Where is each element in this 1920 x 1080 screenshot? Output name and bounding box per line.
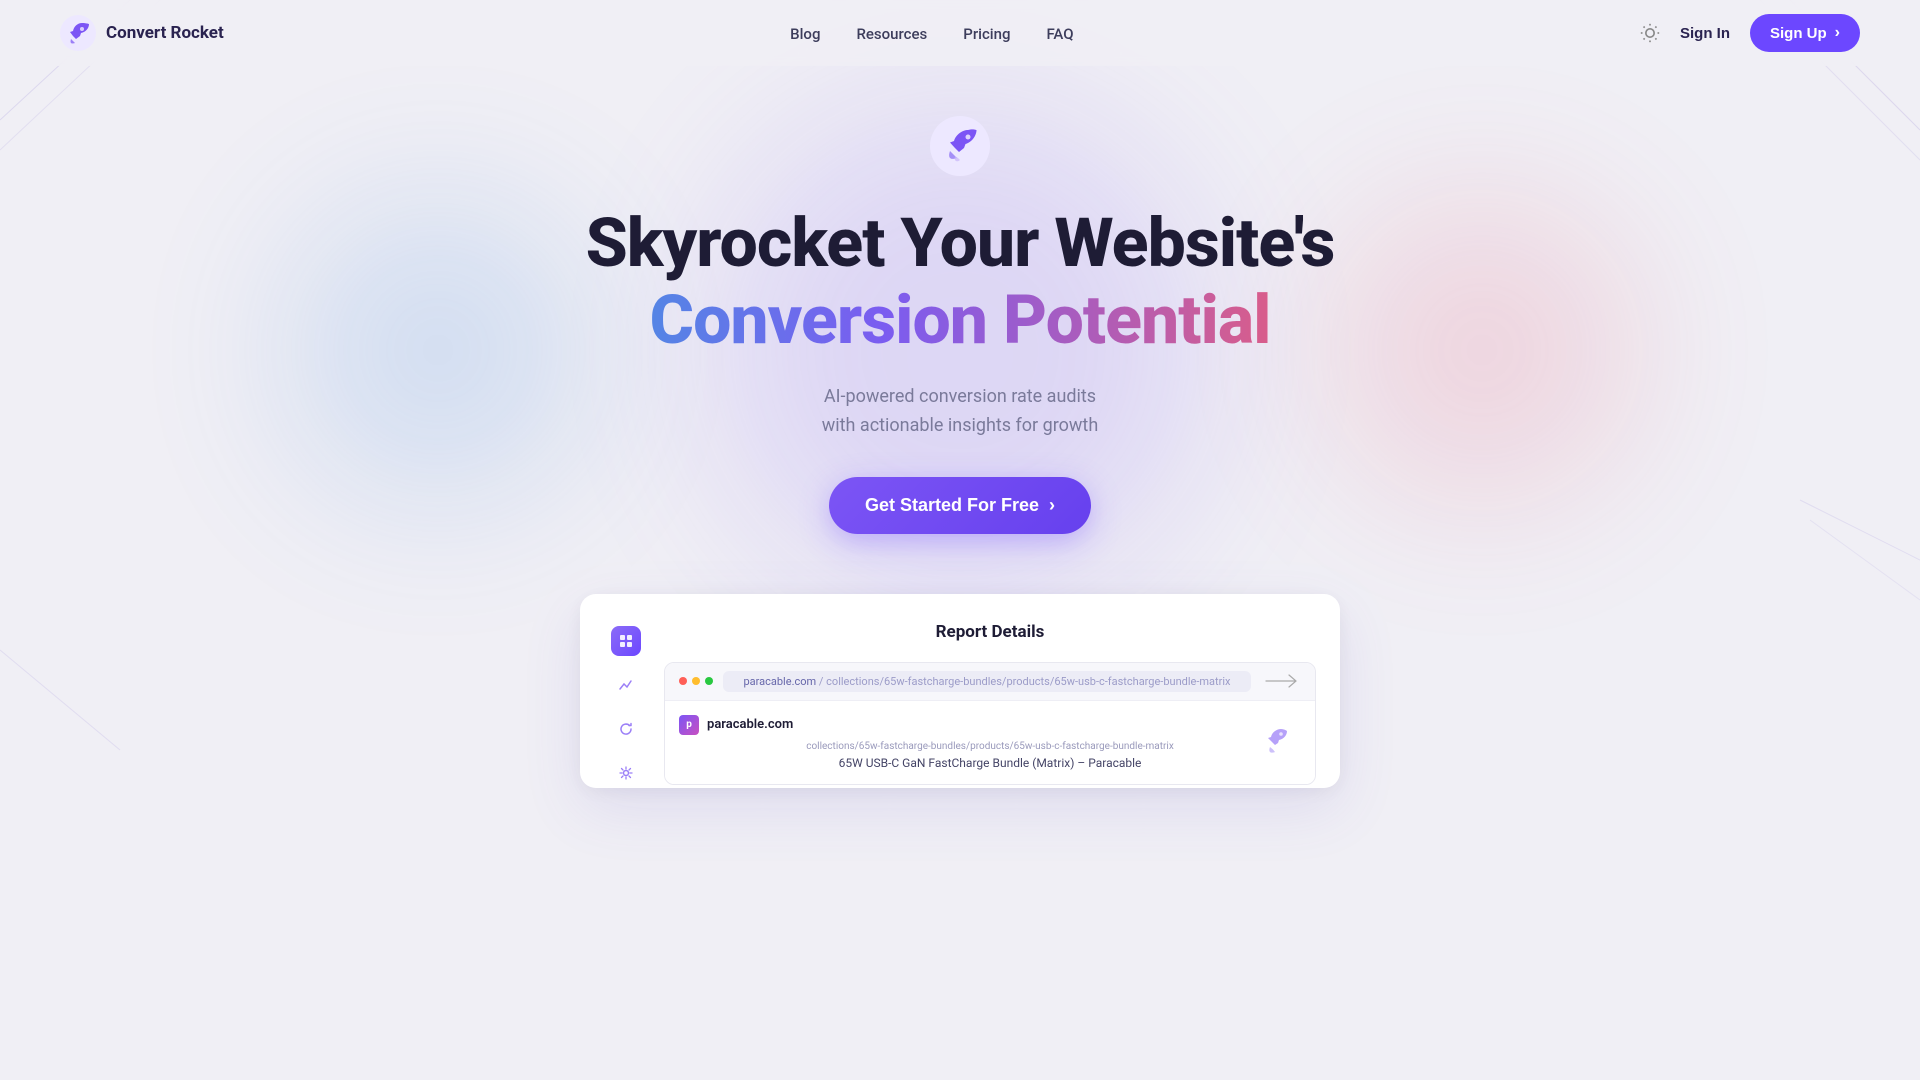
nav-resources[interactable]: Resources (856, 25, 927, 43)
browser-dots (679, 677, 713, 685)
hero-title-line1: Skyrocket Your Website's (586, 206, 1335, 281)
chart-icon (618, 677, 634, 693)
report-title: Report Details (664, 622, 1316, 642)
sidebar-icon-active[interactable] (611, 626, 641, 656)
dashboard-sidebar (604, 622, 648, 788)
nav-right: Sign In Sign Up › (1640, 14, 1860, 52)
site-url-path: collections/65w-fastcharge-bundles/produ… (679, 741, 1301, 752)
sign-in-button[interactable]: Sign In (1680, 25, 1730, 42)
nav-faq[interactable]: FAQ (1046, 25, 1073, 43)
browser-nav-arrows (1261, 671, 1301, 691)
sign-up-button[interactable]: Sign Up › (1750, 14, 1860, 52)
sidebar-icon-4[interactable] (611, 758, 641, 788)
browser-url: paracable.com / collections/65w-fastchar… (723, 671, 1251, 692)
nav-links: Blog Resources Pricing FAQ (790, 24, 1073, 43)
dot-yellow (692, 677, 700, 685)
hero-subtitle: AI-powered conversion rate audits with a… (822, 383, 1099, 441)
dot-green (705, 677, 713, 685)
chevron-right-icon: › (1835, 24, 1840, 42)
site-domain: paracable.com (707, 717, 793, 732)
site-row: p paracable.com (679, 715, 1301, 735)
browser-bar: paracable.com / collections/65w-fastchar… (665, 663, 1315, 701)
dashboard-content: Report Details paracable.com / collectio… (664, 622, 1316, 788)
logo-text: Convert Rocket (106, 23, 224, 43)
sidebar-icon-2[interactable] (611, 670, 641, 700)
navbar: Convert Rocket Blog Resources Pricing FA… (0, 0, 1920, 66)
nav-pricing[interactable]: Pricing (963, 25, 1010, 43)
hero-title: Skyrocket Your Website's Conversion Pote… (586, 206, 1335, 359)
cta-arrow-icon: › (1049, 495, 1055, 516)
sun-icon (1640, 23, 1660, 43)
hero-section: Skyrocket Your Website's Conversion Pote… (0, 66, 1920, 788)
site-favicon: p (679, 715, 699, 735)
page-title-text: 65W USB-C GaN FastCharge Bundle (Matrix)… (679, 756, 1301, 770)
nav-blog[interactable]: Blog (790, 25, 820, 43)
dashboard-preview: Report Details paracable.com / collectio… (580, 594, 1340, 788)
mini-rocket-icon (1257, 723, 1295, 761)
theme-toggle-button[interactable] (1640, 23, 1660, 43)
sidebar-icon-3[interactable] (611, 714, 641, 744)
refresh-icon (618, 721, 634, 737)
hero-title-line2: Conversion Potential (586, 281, 1335, 359)
get-started-button[interactable]: Get Started For Free › (829, 477, 1091, 534)
logo-link[interactable]: Convert Rocket (60, 15, 224, 51)
dashboard-icon (618, 633, 634, 649)
logo-icon (60, 15, 96, 51)
hero-rocket-icon (928, 114, 992, 178)
settings-icon (618, 765, 634, 781)
browser-content: p paracable.com collections/65w-fastchar… (665, 701, 1315, 784)
dot-red (679, 677, 687, 685)
cta-container: Get Started For Free › (829, 477, 1091, 534)
browser-mockup: paracable.com / collections/65w-fastchar… (664, 662, 1316, 785)
